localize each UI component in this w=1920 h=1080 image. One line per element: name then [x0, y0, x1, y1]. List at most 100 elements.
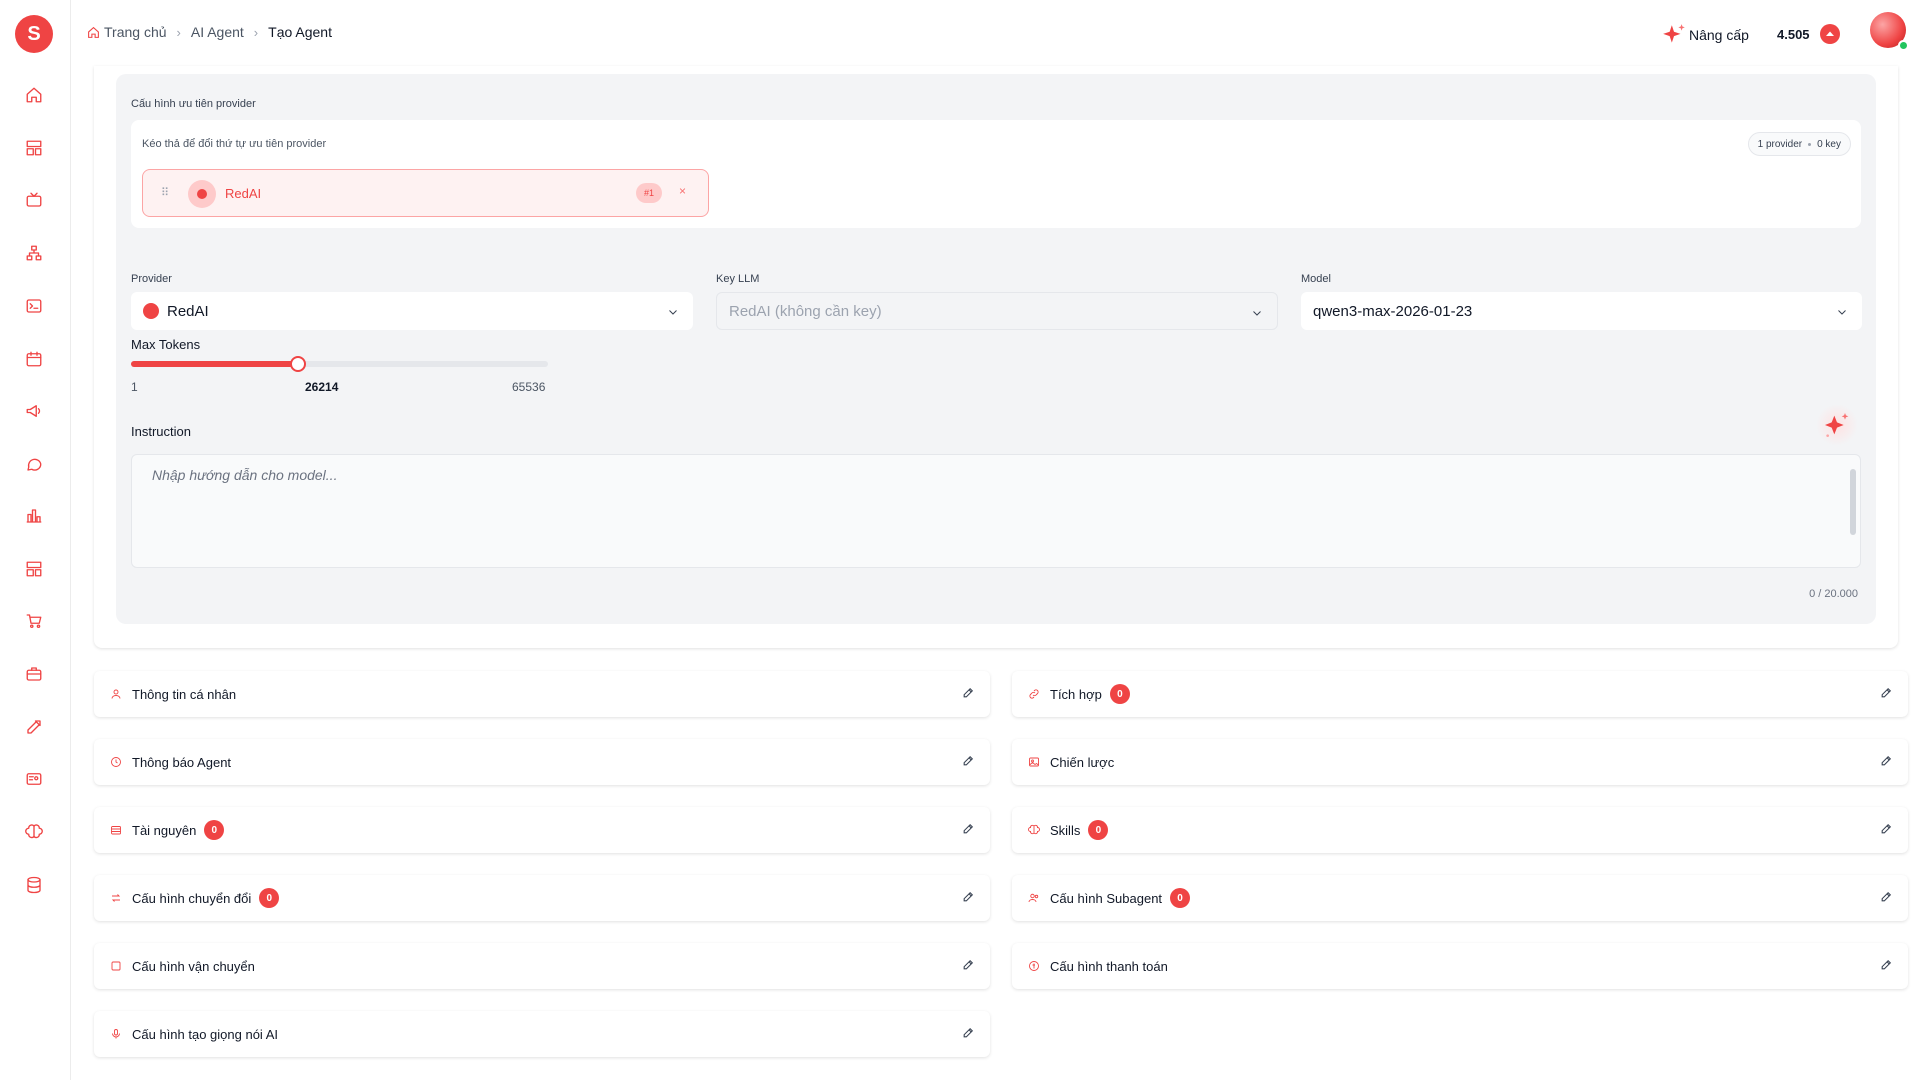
- database-icon[interactable]: [23, 874, 45, 896]
- section-c-u-h-nh-chuy-n-i[interactable]: Cấu hình chuyển đổi 0: [94, 875, 990, 921]
- section-th-ng-tin-c-nh-n[interactable]: Thông tin cá nhân: [94, 671, 990, 717]
- max-tokens-label: Max Tokens: [131, 337, 201, 352]
- calendar-icon[interactable]: [23, 348, 45, 370]
- provider-item-redai[interactable]: ⠿ RedAI #1 ×: [142, 169, 709, 217]
- section-c-u-h-nh-thanh-to-n[interactable]: Cấu hình thanh toán: [1012, 943, 1908, 989]
- breadcrumb-current: Tạo Agent: [268, 24, 332, 40]
- link-icon: [1028, 687, 1042, 701]
- section-title: Thông báo Agent: [132, 754, 232, 770]
- sitemap-icon[interactable]: [23, 242, 45, 264]
- section-c-u-h-nh-subagent[interactable]: Cấu hình Subagent 0: [1012, 875, 1908, 921]
- provider-logo: [188, 180, 216, 208]
- model-select[interactable]: qwen3-max-2026-01-23: [1301, 292, 1862, 330]
- instruction-label: Instruction: [131, 424, 191, 439]
- credits-balance[interactable]: 4.505: [1777, 24, 1840, 44]
- provider-label: Provider: [131, 273, 172, 285]
- layout-icon[interactable]: [23, 137, 45, 159]
- key-llm-select[interactable]: RedAI (không cần key): [716, 292, 1278, 330]
- box-icon: [110, 959, 124, 973]
- chart-icon[interactable]: [23, 505, 45, 527]
- provider-priority-title: Cấu hình ưu tiên provider: [131, 98, 256, 110]
- brain-icon: [1028, 823, 1042, 837]
- provider-logo-icon: [143, 303, 159, 319]
- count-badge: 0: [259, 888, 280, 908]
- section-skills[interactable]: Skills 0: [1012, 807, 1908, 853]
- edit-icon[interactable]: [1880, 890, 1894, 904]
- chevron-down-icon: [667, 305, 679, 317]
- instruction-placeholder: Nhập hướng dẫn cho model...: [152, 467, 338, 483]
- tv-icon[interactable]: [23, 189, 45, 211]
- online-status-dot: [1898, 40, 1909, 51]
- provider-priority-list: Kéo thả để đổi thứ tự ưu tiên provider 1…: [131, 120, 1861, 228]
- edit-icon[interactable]: [23, 716, 45, 738]
- edit-icon[interactable]: [962, 822, 976, 836]
- user-icon: [110, 687, 124, 701]
- chat-icon[interactable]: [23, 453, 45, 475]
- brain-icon[interactable]: [23, 821, 45, 843]
- section-title: Tích hợp: [1050, 686, 1102, 702]
- breadcrumb: Trang chủ › AI Agent › Tạo Agent: [87, 24, 332, 40]
- model-config-card: Cấu hình ưu tiên provider Kéo thả để đổi…: [94, 66, 1898, 648]
- provider-select[interactable]: RedAI: [131, 292, 693, 330]
- provider-config-panel: Cấu hình ưu tiên provider Kéo thả để đổi…: [116, 74, 1876, 624]
- edit-icon[interactable]: [1880, 958, 1894, 972]
- section-chi-n-l-c[interactable]: Chiến lược: [1012, 739, 1908, 785]
- edit-icon[interactable]: [1880, 822, 1894, 836]
- key-llm-label: Key LLM: [716, 273, 760, 285]
- section-title: Cấu hình tạo giọng nói AI: [132, 1026, 279, 1042]
- section-th-ng-b-o-agent[interactable]: Thông báo Agent: [94, 739, 990, 785]
- instruction-textarea[interactable]: Nhập hướng dẫn cho model...: [131, 454, 1861, 568]
- edit-icon[interactable]: [1880, 686, 1894, 700]
- count-badge: 0: [1109, 684, 1130, 704]
- ai-generate-button[interactable]: [1816, 404, 1858, 446]
- edit-icon[interactable]: [962, 890, 976, 904]
- cart-icon[interactable]: [23, 610, 45, 632]
- slider-thumb[interactable]: [289, 356, 306, 372]
- coin-icon: [1819, 24, 1840, 44]
- drag-hint: Kéo thả để đổi thứ tự ưu tiên provider: [142, 138, 327, 150]
- id-card-icon[interactable]: [23, 768, 45, 790]
- section-c-u-h-nh-v-n-chuy-n[interactable]: Cấu hình vận chuyển: [94, 943, 990, 989]
- section-title: Cấu hình chuyển đổi: [132, 890, 252, 906]
- edit-icon[interactable]: [962, 958, 976, 972]
- max-tokens-slider[interactable]: [131, 356, 548, 372]
- megaphone-icon[interactable]: [23, 400, 45, 422]
- section-title: Tài nguyên: [132, 822, 197, 838]
- topbar: Trang chủ › AI Agent › Tạo Agent Nâng cấ…: [71, 0, 1920, 66]
- count-badge: 0: [1088, 820, 1109, 840]
- chevron-down-icon: [1251, 306, 1263, 318]
- breadcrumb-ai-agent[interactable]: AI Agent: [191, 24, 244, 40]
- section-t-ch-h-p[interactable]: Tích hợp 0: [1012, 671, 1908, 717]
- instruction-char-counter: 0 / 20.000: [1809, 588, 1858, 600]
- upgrade-label: Nâng cấp: [1689, 27, 1749, 43]
- count-badge: 0: [1170, 888, 1191, 908]
- edit-icon[interactable]: [962, 686, 976, 700]
- edit-icon[interactable]: [1880, 754, 1894, 768]
- grid-icon[interactable]: [23, 558, 45, 580]
- folder-icon: [110, 823, 124, 837]
- upgrade-button[interactable]: Nâng cấp: [1661, 22, 1749, 48]
- count-badge: 0: [204, 820, 225, 840]
- bell-icon: [110, 755, 124, 769]
- home-icon: [88, 26, 99, 38]
- credits-value: 4.505: [1777, 26, 1810, 42]
- section-c-u-h-nh-t-o-gi-ng-n-i-ai[interactable]: Cấu hình tạo giọng nói AI: [94, 1011, 990, 1057]
- section-t-i-nguy-n[interactable]: Tài nguyên 0: [94, 807, 990, 853]
- avatar[interactable]: [1870, 12, 1909, 51]
- home-icon[interactable]: [23, 84, 45, 106]
- breadcrumb-home[interactable]: Trang chủ: [104, 24, 167, 40]
- edit-icon[interactable]: [962, 754, 976, 768]
- terminal-icon[interactable]: [23, 295, 45, 317]
- chevron-down-icon: [1836, 305, 1848, 317]
- bullet-separator: [1808, 142, 1812, 146]
- provider-rank-badge: #1: [636, 183, 662, 203]
- textarea-scrollbar[interactable]: [1850, 461, 1856, 557]
- drag-handle-icon[interactable]: ⠿: [161, 186, 169, 199]
- edit-icon[interactable]: [962, 1026, 976, 1040]
- provider-summary-badge: 1 provider 0 key: [1747, 132, 1851, 156]
- briefcase-icon[interactable]: [23, 663, 45, 685]
- remove-provider-icon[interactable]: ×: [679, 184, 686, 198]
- key-count: 0 key: [1817, 138, 1841, 150]
- sparkle-icon: [1825, 413, 1849, 437]
- app-logo[interactable]: S: [15, 15, 53, 53]
